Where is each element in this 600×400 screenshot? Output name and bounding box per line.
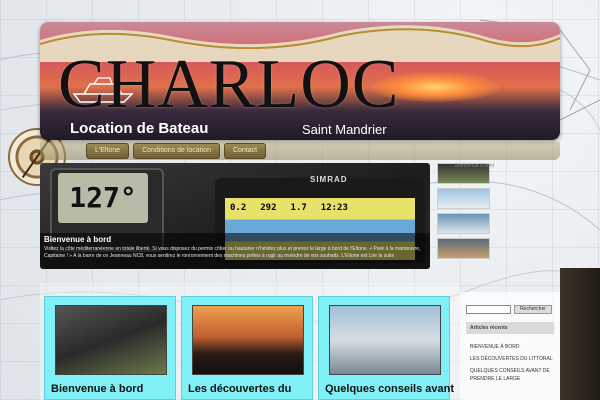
recent-post-item[interactable]: LES DÉCOUVERTES DU LITTORAL [470, 355, 554, 363]
depth-display: 127° [58, 173, 148, 223]
slider-caption: Bienvenue à bord Visitez la côte méditer… [40, 233, 430, 269]
post-title[interactable]: Les découvertes du [188, 383, 291, 395]
site-header-banner: CHARLOC Location de Bateau Saint Mandrie… [40, 22, 560, 140]
recent-post-item[interactable]: BIENVENUE À BORD [470, 343, 554, 351]
gps-brand-label: SIMRAD [310, 175, 348, 184]
post-title[interactable]: Bienvenue à bord [51, 383, 143, 395]
post-title[interactable]: Quelques conseils avant [325, 383, 454, 395]
site-location: Saint Mandrier [302, 122, 387, 137]
slider-caption-title[interactable]: Bienvenue à bord [44, 235, 426, 244]
slider-caption-text: Visitez la côte méditerranéenne en total… [44, 246, 421, 259]
gps-value: 0.2 [230, 203, 247, 213]
nav-item-contact[interactable]: Contact [223, 143, 267, 159]
site-logo[interactable]: CHARLOC [58, 50, 399, 120]
search-input[interactable] [466, 305, 511, 314]
decorative-side-strip [560, 268, 600, 400]
recent-post-link[interactable]: BIENVENUE À BORD [470, 344, 519, 350]
slider-thumbnail[interactable] [437, 238, 490, 259]
slider-thumbnail[interactable] [437, 213, 490, 234]
recent-post-item[interactable]: QUELQUES CONSEILS AVANT DE PRENDRE LE LA… [470, 367, 554, 383]
gps-value: 292 [260, 203, 277, 213]
recent-posts-title: Articles récents [466, 322, 554, 334]
gps-value: 12:23 [320, 203, 348, 213]
post-card[interactable]: Les découvertes du [181, 296, 313, 400]
post-card[interactable]: Bienvenue à bord [44, 296, 176, 400]
post-thumbnail[interactable] [55, 305, 167, 375]
gps-value: 1.7 [290, 203, 307, 213]
site-tagline: Location de Bateau [70, 120, 209, 137]
thumbnail-caption: Bienvenue à bord [455, 163, 495, 169]
recent-post-link[interactable]: LES DÉCOUVERTES DU LITTORAL [470, 356, 553, 362]
main-navigation: L'Eltone Conditions de location Contact [86, 143, 267, 159]
post-card[interactable]: Quelques conseils avant [318, 296, 454, 400]
post-thumbnail[interactable] [192, 305, 304, 375]
search-button[interactable]: Rechercher [514, 305, 552, 314]
nav-item-conditions[interactable]: Conditions de location [133, 143, 220, 159]
post-thumbnail[interactable] [329, 305, 441, 375]
recent-posts-list: BIENVENUE À BORD LES DÉCOUVERTES DU LITT… [470, 343, 554, 387]
nav-item-eltone[interactable]: L'Eltone [86, 143, 130, 159]
slider-thumbnails [437, 163, 490, 259]
recent-post-link[interactable]: QUELQUES CONSEILS AVANT DE PRENDRE LE LA… [470, 368, 550, 382]
gps-readouts: 0.2 292 1.7 12:23 [230, 203, 348, 213]
featured-slider[interactable]: 127° SIMRAD 0.2 292 1.7 12:23 Bienvenue … [40, 163, 430, 269]
slider-thumbnail[interactable] [437, 188, 490, 209]
